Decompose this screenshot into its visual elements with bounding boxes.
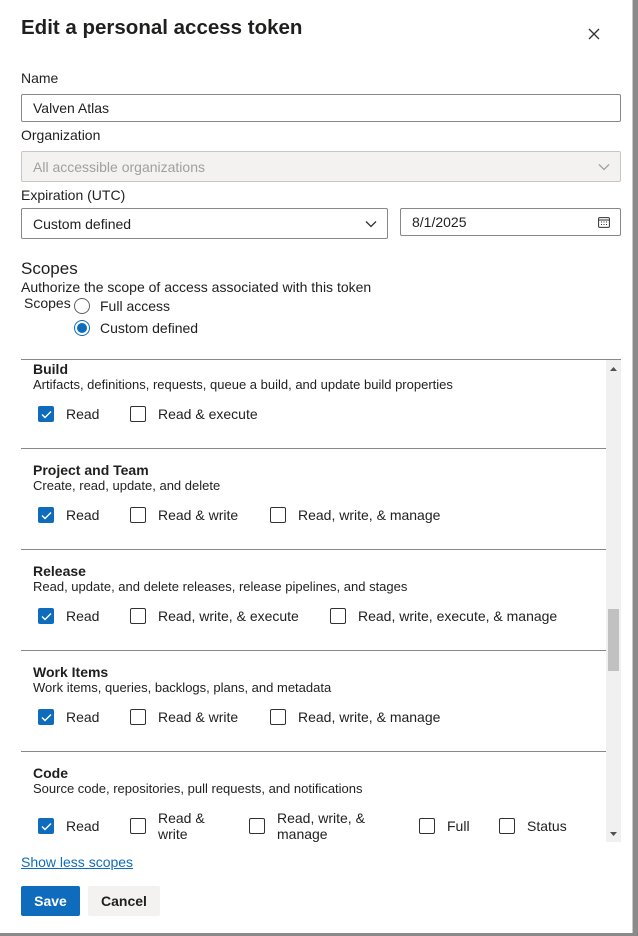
save-button[interactable]: Save — [21, 886, 80, 916]
code-read-checkbox[interactable]: Read — [38, 818, 99, 834]
scope-description: Read, update, and delete releases, relea… — [33, 579, 408, 594]
name-input[interactable]: Valven Atlas — [21, 94, 621, 122]
scopes-list[interactable]: Build Artifacts, definitions, requests, … — [21, 359, 621, 842]
checkbox-label: Full — [447, 818, 470, 834]
scope-name: Work Items — [33, 664, 109, 680]
expiration-value: Custom defined — [33, 215, 132, 232]
code-status-checkbox[interactable]: Status — [499, 818, 567, 834]
scroll-down-arrow-icon[interactable] — [609, 829, 618, 838]
checkbox-box — [499, 818, 515, 834]
checkbox-label: Read, write, & execute — [158, 608, 299, 624]
expiration-date-value: 8/1/2025 — [412, 214, 467, 230]
checkbox-box — [249, 818, 265, 834]
chevron-down-icon — [598, 163, 610, 170]
checkbox-label: Read, write, & manage — [298, 507, 441, 523]
radio-circle — [74, 320, 90, 336]
checkbox-box — [38, 818, 54, 834]
code-full-checkbox[interactable]: Full — [419, 818, 470, 834]
release-read-write-execute-checkbox[interactable]: Read, write, & execute — [130, 608, 299, 624]
checkbox-box — [130, 608, 146, 624]
checkbox-box — [130, 818, 146, 834]
dialog-title: Edit a personal access token — [21, 16, 303, 39]
scope-name: Project and Team — [33, 462, 149, 478]
scope-name: Code — [33, 765, 68, 781]
checkbox-label: Read, write, & manage — [277, 810, 365, 842]
checkbox-box — [38, 608, 54, 624]
scope-description: Create, read, update, and delete — [33, 478, 221, 493]
scope-description: Artifacts, definitions, requests, queue … — [33, 377, 453, 392]
checkbox-box — [419, 818, 435, 834]
build-read-execute-checkbox[interactable]: Read & execute — [130, 406, 258, 422]
expiration-label: Expiration (UTC) — [21, 187, 126, 203]
expiration-select[interactable]: Custom defined — [21, 208, 388, 239]
cancel-button[interactable]: Cancel — [88, 886, 160, 916]
checkbox-label: Read & write — [158, 709, 239, 725]
radio-label: Custom defined — [100, 320, 199, 336]
scope-project-and-team: Project and Team Create, read, update, a… — [21, 449, 606, 550]
scopes-scrollbar[interactable] — [606, 360, 621, 842]
work-items-read-write-manage-checkbox[interactable]: Read, write, & manage — [270, 709, 440, 725]
scopes-description: Authorize the scope of access associated… — [21, 279, 372, 295]
organization-value: All accessible organizations — [33, 158, 205, 175]
checkbox-box — [330, 608, 346, 624]
checkbox-box — [38, 507, 54, 523]
show-less-scopes-link[interactable]: Show less scopes — [21, 854, 133, 870]
calendar-icon[interactable] — [598, 216, 610, 228]
checkbox-box — [38, 709, 54, 725]
code-read-write-manage-checkbox[interactable]: Read, write, & manage — [249, 810, 389, 842]
expiration-date-input[interactable]: 8/1/2025 — [400, 208, 621, 236]
checkbox-box — [270, 709, 286, 725]
edit-token-dialog: Edit a personal access token Name Valven… — [0, 0, 633, 933]
scopes-heading: Scopes — [21, 259, 78, 278]
scopes-radio-group-label: Scopes — [24, 295, 71, 311]
checkbox-label: Read & execute — [158, 406, 258, 422]
project-read-write-checkbox[interactable]: Read & write — [130, 507, 238, 523]
scope-name: Release — [33, 563, 86, 579]
close-icon — [588, 27, 600, 43]
checkbox-label: Read, write, execute, & manage — [358, 608, 558, 624]
release-read-write-execute-manage-checkbox[interactable]: Read, write, execute, & manage — [330, 608, 557, 624]
checkbox-box — [130, 709, 146, 725]
checkbox-label: Read & write — [158, 507, 239, 523]
scope-work-items: Work Items Work items, queries, backlogs… — [21, 651, 606, 752]
radio-circle — [74, 298, 90, 314]
checkbox-label: Read, write, & manage — [298, 709, 441, 725]
checkbox-box — [130, 507, 146, 523]
name-input-value: Valven Atlas — [33, 100, 110, 116]
code-read-write-checkbox[interactable]: Read & write — [130, 810, 225, 842]
project-read-checkbox[interactable]: Read — [38, 507, 99, 523]
project-read-write-manage-checkbox[interactable]: Read, write, & manage — [270, 507, 440, 523]
close-button[interactable] — [581, 22, 607, 48]
scope-release: Release Read, update, and delete release… — [21, 550, 606, 651]
work-items-read-checkbox[interactable]: Read — [38, 709, 99, 725]
checkbox-box — [38, 406, 54, 422]
checkbox-label: Read — [66, 507, 100, 523]
scope-build: Build Artifacts, definitions, requests, … — [21, 360, 606, 449]
scope-name: Build — [33, 361, 68, 377]
chevron-down-icon — [365, 220, 377, 227]
checkbox-label: Read — [66, 608, 100, 624]
scrollbar-thumb[interactable] — [608, 609, 619, 671]
scope-code: Code Source code, repositories, pull req… — [21, 752, 606, 842]
scope-description: Work items, queries, backlogs, plans, an… — [33, 680, 332, 695]
checkbox-box — [130, 406, 146, 422]
work-items-read-write-checkbox[interactable]: Read & write — [130, 709, 238, 725]
custom-defined-radio[interactable]: Custom defined — [74, 320, 198, 336]
organization-select: All accessible organizations — [21, 151, 621, 182]
name-label: Name — [21, 70, 59, 86]
scope-description: Source code, repositories, pull requests… — [33, 781, 363, 796]
checkbox-label: Read — [66, 709, 100, 725]
checkbox-label: Read — [66, 406, 100, 422]
checkbox-label: Status — [527, 818, 567, 834]
scroll-up-arrow-icon[interactable] — [609, 364, 618, 373]
checkbox-label: Read — [66, 818, 100, 834]
full-access-radio[interactable]: Full access — [74, 298, 170, 314]
checkbox-box — [270, 507, 286, 523]
build-read-checkbox[interactable]: Read — [38, 406, 99, 422]
radio-label: Full access — [100, 298, 171, 314]
checkbox-label: Read & write — [158, 810, 205, 842]
organization-label: Organization — [21, 127, 101, 143]
release-read-checkbox[interactable]: Read — [38, 608, 99, 624]
